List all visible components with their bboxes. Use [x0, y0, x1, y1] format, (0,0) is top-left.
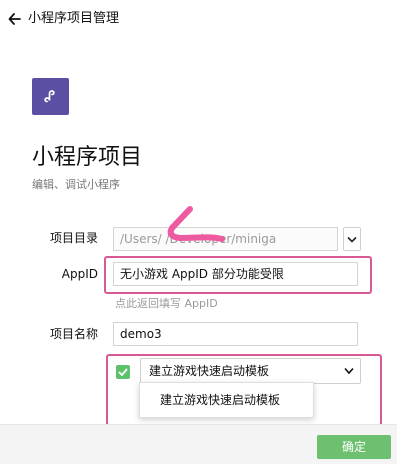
back-label[interactable]: 小程序项目管理 — [28, 11, 119, 27]
template-checkbox[interactable] — [116, 365, 130, 379]
back-nav[interactable]: 小程序项目管理 — [8, 11, 119, 27]
check-icon — [118, 368, 128, 376]
back-arrow-icon[interactable] — [8, 12, 22, 26]
confirm-button[interactable]: 确定 — [317, 435, 391, 459]
directory-dropdown-button[interactable] — [343, 227, 361, 251]
appid-hint-link[interactable]: 点此返回填写 AppID — [115, 297, 218, 311]
template-select-value: 建立游戏快速启动模板 — [149, 364, 270, 378]
page-subtitle: 编辑、调试小程序 — [32, 178, 120, 191]
mini-program-logo-icon — [43, 89, 55, 102]
mini-program-logo — [32, 78, 69, 115]
annotation-scribble — [167, 206, 225, 242]
create-project-page: 小程序项目管理 小程序项目 编辑、调试小程序 项目目录 /Users/ /Dev… — [0, 0, 397, 464]
appid-highlight — [104, 256, 372, 294]
appid-label: AppID — [61, 267, 98, 281]
chevron-down-icon — [347, 236, 357, 243]
directory-label: 项目目录 — [49, 231, 98, 245]
project-name-field[interactable]: demo3 — [113, 322, 358, 346]
template-select[interactable]: 建立游戏快速启动模板 — [140, 358, 361, 384]
chevron-down-icon — [344, 367, 354, 375]
template-option[interactable]: 建立游戏快速启动模板 — [139, 382, 314, 418]
page-title: 小程序项目 — [32, 145, 143, 170]
name-label: 项目名称 — [49, 327, 98, 341]
